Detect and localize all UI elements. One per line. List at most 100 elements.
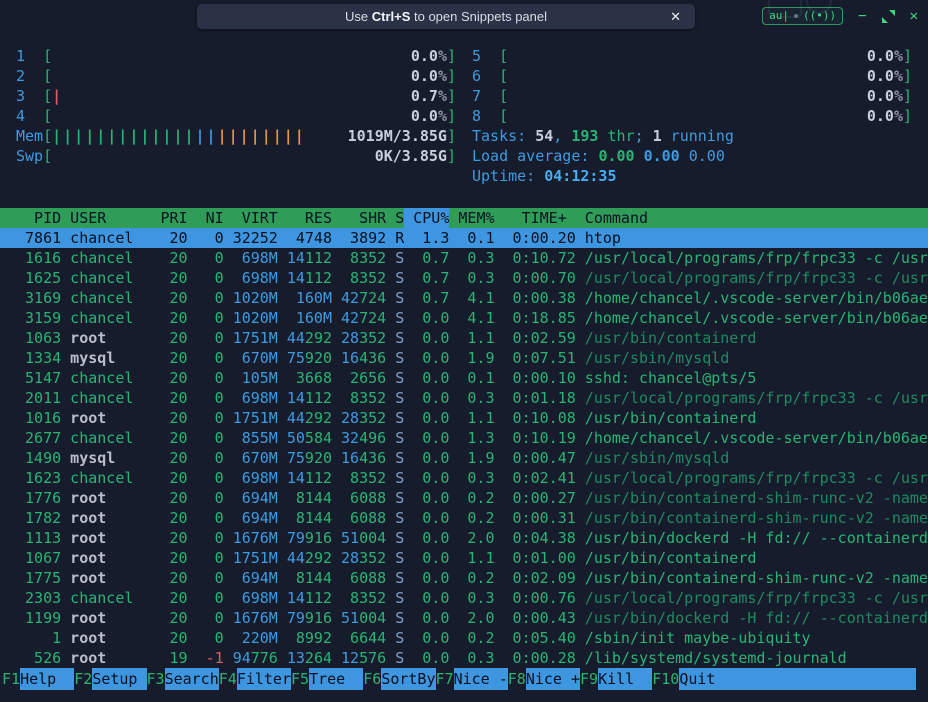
cell-time: 0:05.40 — [504, 628, 576, 648]
terminal-badge[interactable]: au| ((•)) — [762, 7, 843, 25]
cell-cmd: /usr/local/programs/frp/frpc33 -c /usr — [585, 388, 928, 408]
fkey-f3-search[interactable]: F3Search — [147, 668, 219, 690]
cell-pri: 20 — [160, 428, 187, 448]
notification-close-icon[interactable]: ✕ — [670, 4, 681, 29]
cell-cmd: /usr/local/programs/frp/frpc33 -c /usr — [585, 248, 928, 268]
process-row-pid-1490[interactable]: 1490 mysql 20 0 670M 75920 16436 S 0.0 1… — [0, 448, 928, 468]
fkey-f1-help[interactable]: F1Help — [2, 668, 74, 690]
cell-virt: 1751M — [233, 548, 278, 568]
cell-pid: 1113 — [16, 528, 61, 548]
fkey-action-label: Tree — [309, 668, 363, 690]
cell-pri: 20 — [160, 608, 187, 628]
cell-ni: 0 — [197, 548, 224, 568]
cell-ni: 0 — [197, 248, 224, 268]
cell-ni: 0 — [197, 528, 224, 548]
process-row-pid-3169[interactable]: 3169 chancel 20 0 1020M 160M 42724 S 0.7… — [0, 288, 928, 308]
cell-pri: 20 — [160, 288, 187, 308]
process-row-pid-1625[interactable]: 1625 chancel 20 0 698M 14112 8352 S 0.7 … — [0, 268, 928, 288]
cell-res: 3668 — [287, 368, 332, 388]
cell-virt: 1751M — [233, 408, 278, 428]
cell-user: root — [70, 548, 151, 568]
column-header-pri[interactable]: PRI — [160, 208, 187, 228]
fkey-f6-sortby[interactable]: F6SortBy — [363, 668, 435, 690]
fkey-f7-nice-[interactable]: F7Nice - — [436, 668, 508, 690]
cell-shr: 28352 — [341, 548, 386, 568]
process-row-pid-1776[interactable]: 1776 root 20 0 694M 8144 6088 S 0.0 0.2 … — [0, 488, 928, 508]
fkey-label: F8 — [508, 668, 526, 690]
column-header-user[interactable]: USER — [70, 208, 151, 228]
fkey-f2-setup[interactable]: F2Setup — [74, 668, 146, 690]
cell-mem: 1.1 — [458, 548, 494, 568]
process-row-pid-1199[interactable]: 1199 root 20 0 1676M 79916 51004 S 0.0 2… — [0, 608, 928, 628]
resize-icon — [882, 10, 895, 23]
column-header-s[interactable]: S — [395, 208, 404, 228]
cell-s: S — [395, 428, 404, 448]
process-row-pid-1775[interactable]: 1775 root 20 0 694M 8144 6088 S 0.0 0.2 … — [0, 568, 928, 588]
process-row-pid-1[interactable]: 1 root 20 0 220M 8992 6644 S 0.0 0.2 0:0… — [0, 628, 928, 648]
cell-cpu: 0.0 — [413, 308, 449, 328]
process-row-pid-1623[interactable]: 1623 chancel 20 0 698M 14112 8352 S 0.0 … — [0, 468, 928, 488]
cell-virt: 670M — [233, 448, 278, 468]
cell-pri: 20 — [160, 408, 187, 428]
cell-shr: 6088 — [341, 568, 386, 588]
process-row-pid-1063[interactable]: 1063 root 20 0 1751M 44292 28352 S 0.0 1… — [0, 328, 928, 348]
cell-mem: 0.3 — [458, 248, 494, 268]
cell-cpu: 0.7 — [413, 248, 449, 268]
process-row-pid-2011[interactable]: 2011 chancel 20 0 698M 14112 8352 S 0.0 … — [0, 388, 928, 408]
cell-mem: 1.9 — [458, 448, 494, 468]
close-button[interactable]: ✕ — [910, 9, 918, 23]
cell-s: S — [395, 528, 404, 548]
fkey-f9-kill[interactable]: F9Kill — [580, 668, 652, 690]
cell-cpu: 0.0 — [413, 588, 449, 608]
cell-shr: 2656 — [341, 368, 386, 388]
cell-time: 0:07.51 — [504, 348, 576, 368]
fkey-f5-tree[interactable]: F5Tree — [291, 668, 363, 690]
cell-time: 0:00.27 — [504, 488, 576, 508]
process-row-pid-1334[interactable]: 1334 mysql 20 0 670M 75920 16436 S 0.0 1… — [0, 348, 928, 368]
column-header-res[interactable]: RES — [287, 208, 332, 228]
cell-user: mysql — [70, 448, 151, 468]
cell-pri: 20 — [160, 268, 187, 288]
column-header-time[interactable]: TIME+ — [504, 208, 576, 228]
column-header-mem[interactable]: MEM% — [458, 208, 494, 228]
cell-pid: 3169 — [16, 288, 61, 308]
cell-cpu: 0.0 — [413, 408, 449, 428]
process-row-pid-1113[interactable]: 1113 root 20 0 1676M 79916 51004 S 0.0 2… — [0, 528, 928, 548]
process-row-pid-7861[interactable]: 7861 chancel 20 0 32252 4748 3892 R 1.3 … — [0, 228, 928, 248]
column-header-cmd[interactable]: Command — [585, 208, 928, 228]
column-header-virt[interactable]: VIRT — [233, 208, 278, 228]
cell-time: 0:00.28 — [504, 648, 576, 668]
cell-user: chancel — [70, 368, 151, 388]
cell-time: 0:00.43 — [504, 608, 576, 628]
process-row-pid-1782[interactable]: 1782 root 20 0 694M 8144 6088 S 0.0 0.2 … — [0, 508, 928, 528]
cell-pid: 1063 — [16, 328, 61, 348]
process-row-pid-526[interactable]: 526 root 19 -1 94776 13264 12576 S 0.0 0… — [0, 648, 928, 668]
process-row-pid-1616[interactable]: 1616 chancel 20 0 698M 14112 8352 S 0.7 … — [0, 248, 928, 268]
cell-pri: 20 — [160, 368, 187, 388]
minimize-button[interactable]: − — [858, 9, 866, 23]
meter-value: 0.7% — [411, 86, 447, 106]
process-row-pid-1067[interactable]: 1067 root 20 0 1751M 44292 28352 S 0.0 1… — [0, 548, 928, 568]
fkey-f4-filter[interactable]: F4Filter — [219, 668, 291, 690]
resize-button[interactable] — [882, 10, 895, 23]
fkey-action-label: Search — [165, 668, 219, 690]
fkey-f8-nice-[interactable]: F8Nice + — [508, 668, 580, 690]
process-row-pid-2677[interactable]: 2677 chancel 20 0 855M 50584 32496 S 0.0… — [0, 428, 928, 448]
cell-virt: 698M — [233, 588, 278, 608]
column-header-shr[interactable]: SHR — [341, 208, 386, 228]
process-row-pid-3159[interactable]: 3159 chancel 20 0 1020M 160M 42724 S 0.0… — [0, 308, 928, 328]
column-header-ni[interactable]: NI — [197, 208, 224, 228]
process-row-pid-2303[interactable]: 2303 chancel 20 0 698M 14112 8352 S 0.0 … — [0, 588, 928, 608]
column-header-pid[interactable]: PID — [16, 208, 61, 228]
column-header-cpu[interactable]: CPU% — [413, 208, 449, 228]
cell-s: S — [395, 288, 404, 308]
process-row-pid-1016[interactable]: 1016 root 20 0 1751M 44292 28352 S 0.0 1… — [0, 408, 928, 428]
cell-pri: 20 — [160, 588, 187, 608]
cpu-meter-8: 8[0.0%] — [472, 106, 912, 126]
cell-ni: 0 — [197, 428, 224, 448]
terminal-screen: Use Ctrl+S to open Snippets panel ✕ au| … — [0, 0, 928, 702]
fkey-f10-quit[interactable]: F10Quit — [652, 668, 916, 690]
cell-user: root — [70, 328, 151, 348]
meter-value: 0.0% — [867, 46, 903, 66]
process-row-pid-5147[interactable]: 5147 chancel 20 0 105M 3668 2656 S 0.0 0… — [0, 368, 928, 388]
